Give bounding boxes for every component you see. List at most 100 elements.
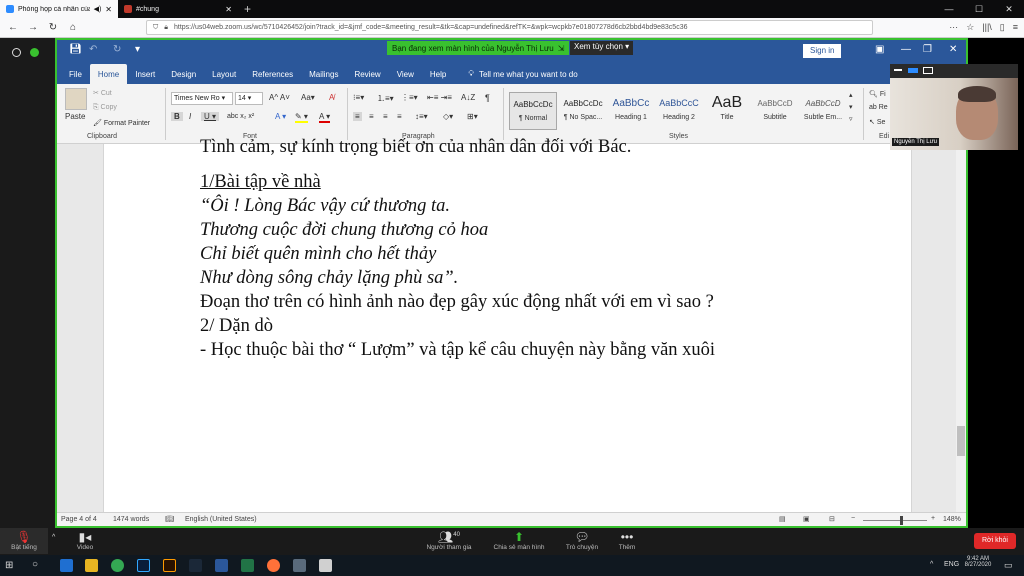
bold-icon[interactable]: B xyxy=(171,112,183,121)
file-explorer-icon[interactable] xyxy=(85,559,98,572)
app-icon[interactable] xyxy=(319,559,332,572)
tab-mailings[interactable]: Mailings xyxy=(301,64,346,84)
info-icon[interactable] xyxy=(12,48,21,57)
windows-start-icon[interactable]: ⊞ xyxy=(5,560,13,571)
sort-icon[interactable]: A↓Z xyxy=(461,93,475,102)
print-layout-icon[interactable]: ▣ xyxy=(803,515,810,523)
url-bar[interactable]: ⛉ 🔒︎ https://us04web.zoom.us/wc/57104264… xyxy=(146,20,874,35)
view-options-button[interactable]: Xem tùy chọn ▾ xyxy=(570,41,634,55)
zoom-out-icon[interactable]: − xyxy=(851,515,855,522)
chrome-icon[interactable] xyxy=(111,559,124,572)
more-button[interactable]: ••• Thêm xyxy=(592,530,662,551)
zoom-slider[interactable] xyxy=(863,520,927,521)
video-layout-icon[interactable] xyxy=(908,68,918,73)
search-icon[interactable]: ○ xyxy=(32,559,38,570)
home-icon[interactable]: ⌂ xyxy=(66,22,80,33)
read-mode-icon[interactable]: ▤ xyxy=(779,515,786,523)
proofing-icon[interactable]: 📖︎ xyxy=(165,515,174,523)
style-subtle-emphasis[interactable]: AaBbCcD Subtle Em... xyxy=(799,92,847,130)
justify-icon[interactable]: ≡ xyxy=(397,112,402,121)
zoom-in-icon[interactable]: + xyxy=(931,515,935,522)
align-left-icon[interactable]: ≡ xyxy=(353,112,362,121)
language[interactable]: English (United States) xyxy=(185,516,257,523)
style-heading-1[interactable]: AaBbCc Heading 1 xyxy=(607,92,655,130)
zoom-level[interactable]: 148% xyxy=(943,516,961,523)
multilevel-list-icon[interactable]: ⋮≡▾ xyxy=(401,93,418,102)
notifications-icon[interactable]: ▭ xyxy=(1004,560,1013,571)
style-no-spacing[interactable]: AaBbCcDc ¶ No Spac... xyxy=(559,92,607,130)
paste-icon[interactable] xyxy=(65,88,87,110)
close-window-icon[interactable]: ✕ xyxy=(994,4,1024,15)
maximize-icon[interactable]: ☐ xyxy=(964,4,994,15)
tab-layout[interactable]: Layout xyxy=(204,64,244,84)
photoshop-icon[interactable] xyxy=(137,559,150,572)
font-color-icon[interactable]: A ▾ xyxy=(319,112,331,123)
ribbon-options-icon[interactable]: ▣ xyxy=(875,44,884,55)
grow-shrink-font-icon[interactable]: A^ A˅ xyxy=(269,93,290,102)
edge-icon[interactable] xyxy=(60,559,73,572)
tab-design[interactable]: Design xyxy=(163,64,204,84)
minimize-icon[interactable]: — xyxy=(934,4,964,15)
customize-qat-icon[interactable]: ▾ xyxy=(135,44,140,55)
strikethrough-sub-super-icon[interactable]: abc x₂ x² xyxy=(227,113,254,120)
word-count[interactable]: 1474 words xyxy=(113,516,149,523)
browser-tab-chat[interactable]: #chung ✕ xyxy=(118,0,238,18)
tell-me-box[interactable]: 💡︎ Tell me what you want to do xyxy=(454,69,585,84)
tab-view[interactable]: View xyxy=(389,64,422,84)
page-count[interactable]: Page 4 of 4 xyxy=(61,516,97,523)
clear-formatting-icon[interactable]: A̸ xyxy=(329,93,334,102)
back-icon[interactable]: ← xyxy=(6,22,20,33)
participant-video[interactable]: Nguyễn Thị Lưu xyxy=(890,64,1018,150)
library-icon[interactable]: |||\ xyxy=(982,22,992,33)
document-page[interactable]: Tình cảm, sự kính trọng biết ơn của nhân… xyxy=(103,137,912,512)
zoom-slider-thumb[interactable] xyxy=(900,516,903,525)
excel-icon[interactable] xyxy=(241,559,254,572)
photos-icon[interactable] xyxy=(293,559,306,572)
indent-icon[interactable]: ⇤≡ ⇥≡ xyxy=(427,93,452,102)
tab-references[interactable]: References xyxy=(244,64,301,84)
sign-in-button[interactable]: Sign in xyxy=(803,44,842,58)
scrollbar-thumb[interactable] xyxy=(957,426,965,456)
text-effects-icon[interactable]: A ▾ xyxy=(275,112,286,121)
underline-icon[interactable]: U ▾ xyxy=(201,112,220,121)
minimize-video-icon[interactable] xyxy=(894,69,902,71)
font-name-box[interactable]: Times New Ro ▾ xyxy=(171,92,233,105)
firefox-icon[interactable] xyxy=(267,559,280,572)
change-case-icon[interactable]: Aa▾ xyxy=(301,93,315,102)
input-language[interactable]: ENG xyxy=(944,561,959,568)
tab-review[interactable]: Review xyxy=(346,64,388,84)
shading-icon[interactable]: ◇▾ xyxy=(443,112,453,121)
reload-icon[interactable]: ↻ xyxy=(46,22,60,33)
share-screen-button[interactable]: ⬆ Chia sẻ màn hình xyxy=(484,530,554,551)
bullets-icon[interactable]: ⁝≡▾ xyxy=(353,93,364,102)
new-tab-icon[interactable]: + xyxy=(238,2,257,16)
steam-icon[interactable] xyxy=(189,559,202,572)
expand-video-icon[interactable] xyxy=(923,67,933,74)
font-size-box[interactable]: 14 ▾ xyxy=(235,92,263,105)
paste-button[interactable]: Paste xyxy=(65,112,85,121)
select-button[interactable]: ↖ Se xyxy=(869,118,885,126)
mute-button[interactable]: 🎙︎ Bật tiếng xyxy=(0,528,48,554)
close-tab-icon[interactable]: ✕ xyxy=(105,5,112,14)
styles-gallery-scroll-icon[interactable]: ▴ ▾ ▿ xyxy=(849,90,853,126)
sidebar-icon[interactable]: ▯ xyxy=(1000,22,1005,33)
undo-icon[interactable]: ↶ xyxy=(89,44,97,55)
style-title[interactable]: AaB Title xyxy=(703,92,751,130)
animate-icon[interactable] xyxy=(163,559,176,572)
tab-file[interactable]: File xyxy=(61,64,90,84)
forward-icon[interactable]: → xyxy=(26,22,40,33)
page-actions-icon[interactable]: ··· xyxy=(949,22,958,33)
style-heading-2[interactable]: AaBbCcC Heading 2 xyxy=(655,92,703,130)
cut-button[interactable]: ✂ Cut xyxy=(93,89,112,97)
close-tab-icon[interactable]: ✕ xyxy=(225,5,232,14)
word-taskbar-icon[interactable] xyxy=(215,559,228,572)
find-button[interactable]: 🔍︎ Fi xyxy=(869,90,886,98)
show-marks-icon[interactable]: ¶ xyxy=(485,93,490,103)
bookmark-star-icon[interactable]: ☆ xyxy=(966,22,974,33)
tab-insert[interactable]: Insert xyxy=(127,64,163,84)
highlight-icon[interactable]: ✎ ▾ xyxy=(295,112,308,123)
leave-meeting-button[interactable]: Rời khỏi xyxy=(974,533,1016,549)
save-icon[interactable]: 💾︎ xyxy=(69,44,82,55)
web-layout-icon[interactable]: ⊟ xyxy=(829,515,835,523)
pin-icon[interactable]: ⇲ xyxy=(558,44,565,53)
